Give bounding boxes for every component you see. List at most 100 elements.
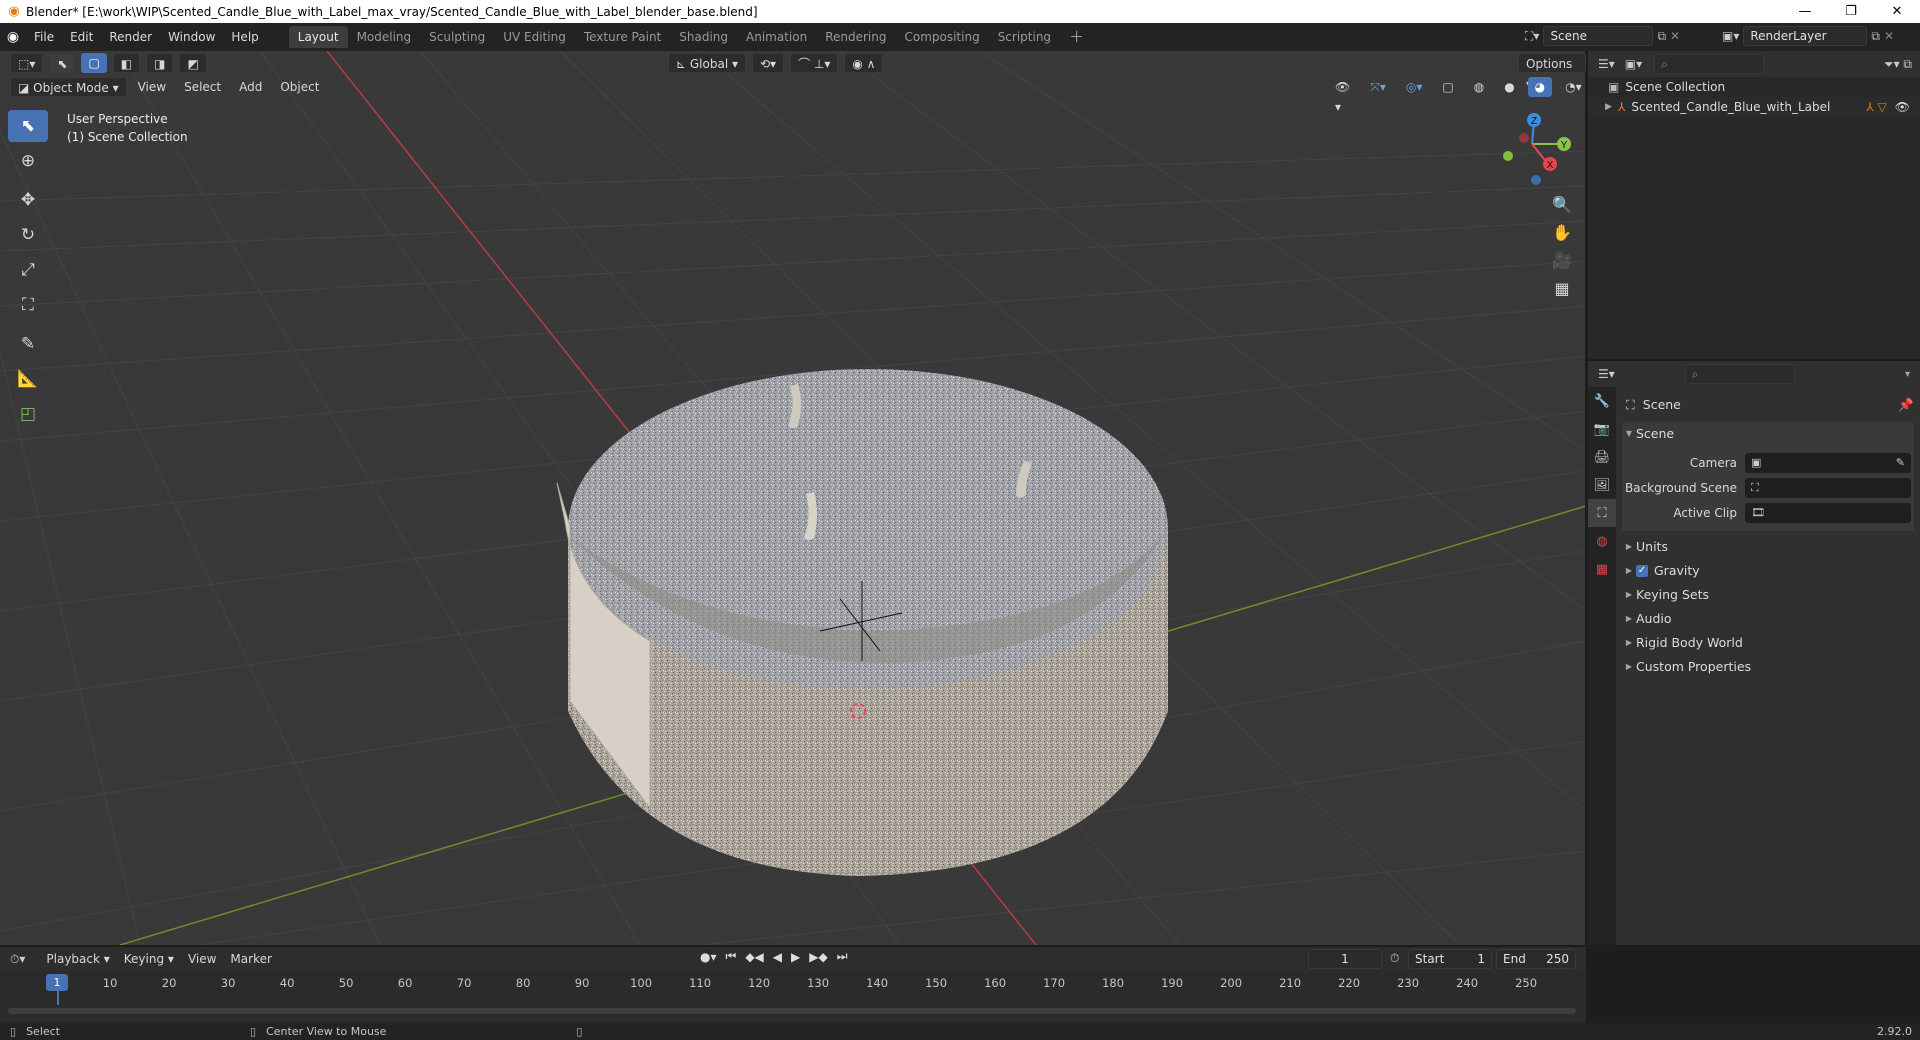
current-frame-field[interactable]: 1: [1308, 949, 1382, 969]
editor-type-icon[interactable]: ⬚▾: [10, 53, 44, 73]
view-layer-tab-icon[interactable]: 🖼: [1588, 471, 1616, 499]
view-layer-selector[interactable]: RenderLayer: [1743, 26, 1868, 46]
outliner-row-scene-collection[interactable]: ▣ Scene Collection: [1588, 77, 1920, 97]
record-icon[interactable]: ●▾: [700, 950, 717, 964]
select-mode-extend-icon[interactable]: ◧: [112, 53, 141, 73]
scene-panel-header[interactable]: ▼ Scene: [1622, 422, 1914, 446]
menu-view[interactable]: View: [131, 77, 173, 97]
properties-options-icon[interactable]: ▾: [1905, 369, 1910, 380]
xray-toggle-icon[interactable]: ▢: [1435, 77, 1460, 97]
audio-panel[interactable]: ▶ Audio: [1622, 607, 1914, 631]
keying-sets-panel[interactable]: ▶ Keying Sets: [1622, 583, 1914, 607]
filter-icon[interactable]: ⏷▾ ⧉: [1884, 57, 1912, 72]
play-reverse-icon[interactable]: ◀: [773, 950, 782, 964]
active-clip-field[interactable]: 🎞: [1745, 502, 1911, 523]
menu-add[interactable]: Add: [232, 77, 269, 97]
tab-shading[interactable]: Shading: [670, 26, 737, 48]
select-mode-subtract-icon[interactable]: ◨: [146, 53, 174, 73]
gravity-checkbox[interactable]: ✓: [1636, 565, 1648, 577]
minimize-button[interactable]: —: [1782, 0, 1828, 23]
properties-search-input[interactable]: ⌕: [1684, 364, 1795, 384]
menu-select[interactable]: Select: [177, 77, 228, 97]
timeline-view-menu[interactable]: View: [181, 949, 223, 969]
outliner-editor-icon[interactable]: ☰▾: [1598, 57, 1615, 71]
new-view-layer-icon[interactable]: ⧉: [1871, 29, 1880, 44]
tab-uv-editing[interactable]: UV Editing: [494, 26, 575, 48]
scene-selector[interactable]: Scene: [1543, 26, 1654, 46]
tool-tab-icon[interactable]: 🔧: [1588, 387, 1616, 415]
blender-menu-icon[interactable]: ◉: [0, 29, 26, 45]
scene-icon[interactable]: ⛶▾: [1525, 29, 1539, 44]
display-mode-icon[interactable]: ▣▾: [1625, 57, 1642, 71]
cursor-icon[interactable]: ⊕: [8, 145, 48, 177]
expand-arrow-icon[interactable]: ▶: [1588, 97, 1612, 117]
view-layer-icon[interactable]: ▣▾: [1722, 29, 1739, 43]
zoom-icon[interactable]: 🔍: [1548, 190, 1576, 218]
playhead-frame[interactable]: 1: [46, 974, 68, 991]
tab-compositing[interactable]: Compositing: [895, 26, 988, 48]
output-tab-icon[interactable]: 🖨: [1588, 443, 1616, 471]
camera-field[interactable]: ▣ ✎: [1745, 452, 1911, 473]
tab-rendering[interactable]: Rendering: [816, 26, 895, 48]
menu-help[interactable]: Help: [223, 26, 266, 48]
texture-tab-icon[interactable]: ▦: [1588, 555, 1616, 583]
select-mode-intersect-icon[interactable]: ◩: [179, 53, 207, 73]
3d-viewport[interactable]: [0, 51, 1586, 945]
overlay-toggle-icon[interactable]: ◎▾: [1399, 77, 1430, 97]
add-cube-icon[interactable]: ◰: [8, 398, 48, 430]
background-scene-field[interactable]: ⛶: [1745, 477, 1911, 498]
menu-object[interactable]: Object: [273, 77, 326, 97]
solid-shading-icon[interactable]: ●: [1497, 77, 1521, 97]
timeline-editor-icon[interactable]: ⏱▾: [10, 952, 25, 967]
marker-menu[interactable]: Marker: [223, 949, 278, 969]
pivot-point-icon[interactable]: ⟲▾: [752, 53, 785, 73]
tab-modeling[interactable]: Modeling: [348, 26, 421, 48]
gravity-panel[interactable]: ▶ ✓ Gravity: [1622, 559, 1914, 583]
timeline-scrollbar[interactable]: [8, 1008, 1576, 1014]
proportional-edit-icon[interactable]: ◉ ∧: [844, 53, 884, 73]
gizmo-toggle-icon[interactable]: ⤧▾: [1363, 77, 1393, 97]
transform-icon[interactable]: ⛶: [8, 289, 48, 321]
options-dropdown[interactable]: Options ▾: [1518, 53, 1586, 91]
object-mode-dropdown[interactable]: ◪ Object Mode ▾: [10, 77, 127, 97]
new-scene-icon[interactable]: ⧉: [1657, 29, 1666, 44]
render-tab-icon[interactable]: 📷: [1588, 415, 1616, 443]
end-frame-field[interactable]: End 250: [1496, 949, 1576, 969]
prev-keyframe-icon[interactable]: ◆◀: [745, 950, 763, 964]
menu-window[interactable]: Window: [160, 26, 223, 48]
close-button[interactable]: ✕: [1874, 0, 1920, 23]
world-tab-icon[interactable]: ◍: [1588, 527, 1616, 555]
properties-editor-icon[interactable]: ☰▾: [1598, 367, 1615, 381]
remove-scene-icon[interactable]: ✕: [1670, 29, 1680, 43]
outliner-row-object[interactable]: ▶ ⅄ Scented_Candle_Blue_with_Label ⅄ ▽ 👁: [1588, 97, 1920, 117]
navigation-gizmo[interactable]: Z Y X: [1488, 108, 1578, 188]
visibility-icon[interactable]: 👁▾: [1328, 77, 1357, 114]
visibility-eye-icon[interactable]: 👁: [1895, 97, 1910, 117]
annotate-icon[interactable]: ✎: [8, 328, 48, 360]
jump-start-icon[interactable]: ⏮: [726, 949, 737, 964]
tab-layout[interactable]: Layout: [288, 26, 348, 48]
play-icon[interactable]: ▶: [791, 950, 800, 964]
playback-menu[interactable]: Playback ▾: [39, 949, 116, 969]
tab-texture-paint[interactable]: Texture Paint: [575, 26, 670, 48]
wireframe-shading-icon[interactable]: ◍: [1467, 77, 1491, 97]
custom-properties-panel[interactable]: ▶ Custom Properties: [1622, 655, 1914, 679]
transform-orientation-dropdown[interactable]: ⊾ Global ▾: [668, 53, 746, 73]
ortho-grid-icon[interactable]: ▦: [1548, 274, 1576, 302]
menu-render[interactable]: Render: [101, 26, 160, 48]
tab-sculpting[interactable]: Sculpting: [420, 26, 494, 48]
tab-scripting[interactable]: Scripting: [989, 26, 1060, 48]
start-frame-field[interactable]: Start 1: [1408, 949, 1492, 969]
stopwatch-icon[interactable]: ⏱: [1390, 951, 1399, 966]
material-preview-shading-icon[interactable]: ◕: [1527, 77, 1553, 97]
units-panel[interactable]: ▶ Units: [1622, 535, 1914, 559]
remove-view-layer-icon[interactable]: ✕: [1884, 29, 1894, 43]
pin-icon[interactable]: 📌: [1898, 393, 1914, 417]
camera-view-icon[interactable]: 🎥: [1548, 246, 1576, 274]
move-icon[interactable]: ✥: [8, 184, 48, 216]
rigid-body-world-panel[interactable]: ▶ Rigid Body World: [1622, 631, 1914, 655]
add-workspace-icon[interactable]: ＋: [1060, 26, 1093, 48]
select-mode-new-icon[interactable]: ▢: [81, 53, 107, 73]
select-tool-icon[interactable]: ⬉: [49, 53, 76, 73]
keying-menu[interactable]: Keying ▾: [117, 949, 181, 969]
